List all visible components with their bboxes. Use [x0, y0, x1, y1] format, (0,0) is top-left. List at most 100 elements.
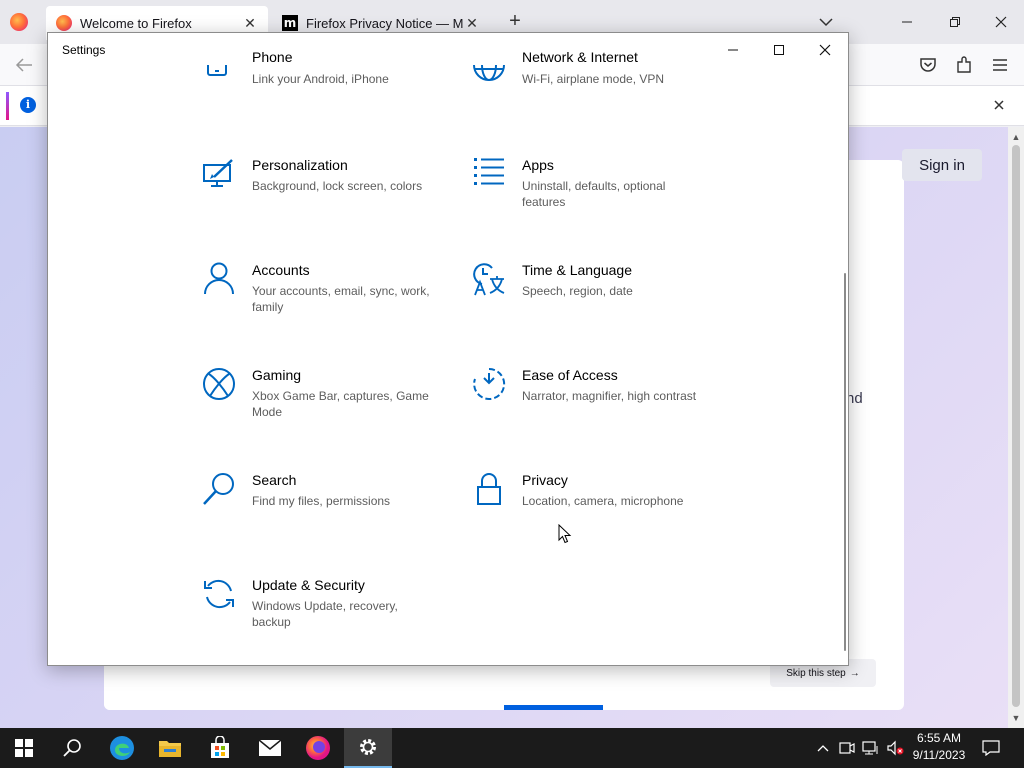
tile-description: Narrator, magnifier, high contrast — [522, 389, 697, 403]
settings-close-icon[interactable] — [807, 36, 843, 64]
phone-icon — [207, 65, 227, 76]
settings-window: Settings Phone Link your Android, iPhone… — [47, 32, 849, 666]
update-icon — [204, 579, 234, 609]
pocket-icon[interactable] — [917, 54, 939, 76]
tile-name: Time & Language — [522, 262, 632, 278]
action-center-icon[interactable] — [982, 738, 1000, 758]
tile-privacy[interactable]: Privacy Location, camera, microphone — [472, 472, 722, 562]
tile-description: Your accounts, email, sync, work, family — [252, 284, 430, 314]
show-hidden-icons-chevron-up-icon[interactable] — [814, 738, 832, 758]
volume-muted-icon[interactable] — [886, 738, 904, 758]
scroll-up-icon[interactable]: ▲ — [1011, 132, 1021, 142]
tile-ease-of-access[interactable]: Ease of Access Narrator, magnifier, high… — [472, 367, 722, 457]
sign-in-button[interactable]: Sign in — [902, 149, 982, 181]
tile-accounts[interactable]: Accounts Your accounts, email, sync, wor… — [202, 262, 452, 352]
person-icon — [204, 262, 234, 295]
tile-personalization[interactable]: Personalization Background, lock screen,… — [202, 157, 452, 247]
file-explorer-icon — [159, 741, 181, 757]
taskbar-store[interactable] — [196, 728, 244, 768]
tile-name: Privacy — [522, 472, 568, 488]
tile-description: Uninstall, defaults, optional features — [522, 179, 666, 209]
tile-name: Search — [252, 472, 297, 488]
tile-name: Ease of Access — [522, 367, 618, 383]
minimize-icon[interactable] — [892, 8, 922, 36]
firefox-icon — [306, 736, 330, 760]
meet-now-icon[interactable] — [838, 738, 856, 758]
page-scrollbar[interactable]: ▲ ▼ — [1008, 127, 1024, 728]
onboarding-card-left — [104, 660, 504, 710]
search-icon — [63, 739, 81, 757]
taskbar-mail[interactable] — [246, 728, 294, 768]
tile-network-internet[interactable]: Network & Internet Wi-Fi, airplane mode,… — [472, 49, 722, 155]
time-language-icon — [473, 263, 505, 296]
tile-description: Find my files, permissions — [252, 494, 391, 508]
taskbar-file-explorer[interactable] — [146, 728, 194, 768]
taskbar-clock[interactable]: 6:55 AM 9/11/2023 — [906, 730, 972, 766]
lock-icon — [477, 473, 501, 505]
tile-apps[interactable]: Apps Uninstall, defaults, optional featu… — [472, 157, 722, 247]
tab-close-icon[interactable]: ✕ — [242, 15, 258, 32]
tile-time-language[interactable]: Time & Language Speech, region, date — [472, 262, 722, 352]
tile-description: Background, lock screen, colors — [252, 179, 423, 193]
taskbar-edge[interactable] — [98, 728, 146, 768]
skip-label: Skip this step — [786, 667, 846, 679]
mouse-cursor-icon — [558, 523, 572, 544]
list-all-tabs-icon[interactable] — [816, 12, 836, 32]
settings-window-title: Settings — [62, 43, 106, 57]
tile-update-security[interactable]: Update & Security Windows Update, recove… — [202, 577, 452, 665]
mail-icon — [258, 739, 282, 756]
personalization-icon — [203, 159, 233, 187]
scroll-down-icon[interactable]: ▼ — [1011, 713, 1021, 723]
tab-close-icon[interactable]: ✕ — [464, 15, 480, 32]
tile-name: Accounts — [252, 262, 310, 278]
globe-icon — [473, 65, 505, 81]
edge-icon — [110, 736, 134, 760]
apps-icon — [474, 158, 504, 185]
clock-time: 6:55 AM — [916, 731, 962, 745]
settings-scrollbar[interactable] — [844, 273, 846, 651]
network-icon[interactable] — [862, 738, 880, 758]
info-icon: i — [20, 97, 36, 113]
firefox-favicon-icon — [56, 15, 72, 31]
back-arrow-icon[interactable] — [12, 54, 36, 76]
firefox-menu-icon[interactable] — [10, 13, 28, 31]
notification-close-icon[interactable] — [990, 96, 1008, 114]
ease-of-access-icon — [473, 367, 506, 400]
clock-date: 9/11/2023 — [912, 748, 966, 762]
new-tab-icon[interactable]: + — [504, 10, 526, 32]
tab-title: Firefox Privacy Notice — Mozilla — [306, 15, 464, 31]
onboarding-progress-bar — [504, 705, 603, 710]
restore-icon[interactable] — [940, 8, 970, 36]
start-icon — [15, 739, 33, 757]
arrow-right-icon: → — [849, 667, 860, 679]
tile-description: Link your Android, iPhone — [252, 72, 389, 86]
settings-maximize-icon[interactable] — [761, 36, 797, 64]
tile-name: Gaming — [252, 367, 302, 383]
extensions-icon[interactable] — [953, 54, 975, 76]
tile-name: Apps — [522, 157, 554, 173]
tab-title: Welcome to Firefox — [80, 15, 192, 31]
tile-name: Update & Security — [252, 577, 365, 593]
hamburger-menu-icon[interactable] — [989, 54, 1011, 76]
taskbar-search-button[interactable] — [48, 728, 96, 768]
tile-search[interactable]: Search Find my files, permissions — [202, 472, 452, 562]
tile-description: Speech, region, date — [522, 284, 633, 298]
close-icon[interactable] — [986, 8, 1016, 36]
tile-description: Location, camera, microphone — [522, 494, 684, 508]
mozilla-favicon-icon: m — [282, 15, 298, 31]
tile-gaming[interactable]: Gaming Xbox Game Bar, captures, Game Mod… — [202, 367, 452, 457]
tile-phone[interactable]: Phone Link your Android, iPhone — [202, 49, 452, 155]
tile-description: Wi-Fi, airplane mode, VPN — [522, 72, 665, 86]
store-icon — [211, 736, 229, 758]
taskbar-settings[interactable] — [344, 728, 392, 768]
settings-gear-icon — [360, 739, 376, 755]
notification-accent — [6, 92, 9, 120]
taskbar-firefox[interactable] — [294, 728, 342, 768]
settings-minimize-icon[interactable] — [715, 36, 751, 64]
tile-name: Network & Internet — [522, 49, 638, 65]
tile-name: Personalization — [252, 157, 348, 173]
tile-description: Xbox Game Bar, captures, Game Mode — [252, 389, 429, 419]
search-icon — [203, 473, 234, 505]
scrollbar-thumb[interactable] — [1012, 145, 1020, 707]
start-button[interactable] — [0, 728, 48, 768]
